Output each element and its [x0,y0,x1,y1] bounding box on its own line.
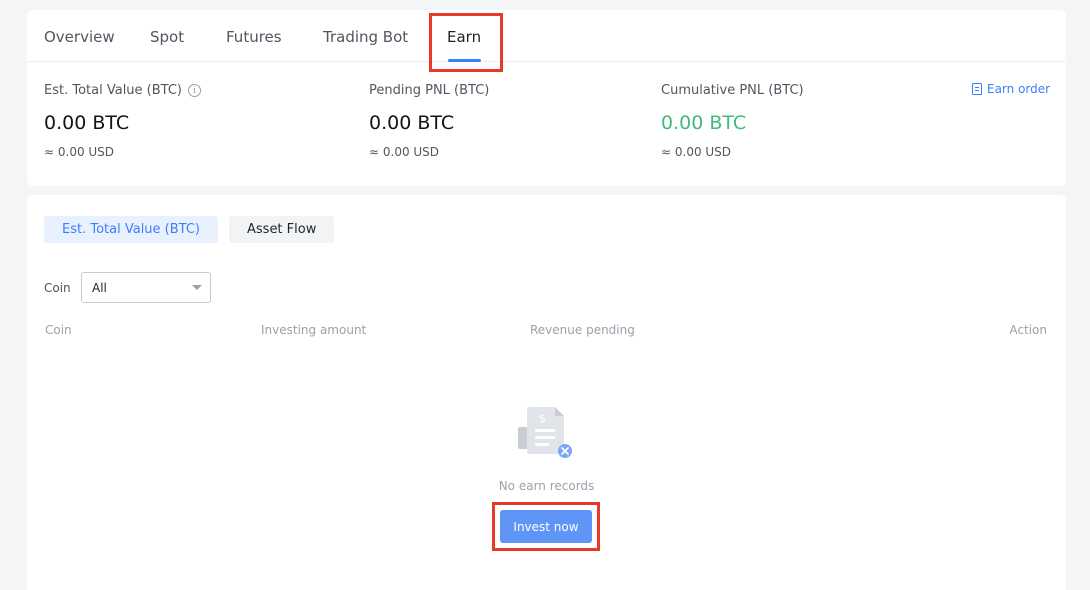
column-revenue-pending: Revenue pending [530,323,635,337]
chevron-down-icon [192,285,202,290]
empty-records-icon: $ [518,407,572,458]
tab-spot[interactable]: Spot [150,28,184,46]
tab-overview[interactable]: Overview [44,28,115,46]
cumulative-pnl-label: Cumulative PNL (BTC) [661,83,804,98]
column-investing-amount: Investing amount [261,323,367,337]
earn-order-label: Earn order [987,82,1051,96]
column-coin: Coin [45,323,72,337]
earn-order-link[interactable]: Earn order [972,82,1050,96]
pending-pnl-usd: ≈ 0.00 USD [369,145,440,159]
pending-pnl-amount: 0.00 BTC [369,112,455,134]
invest-button-highlight [492,502,600,551]
account-tabs: Overview Spot Futures Trading Bot Earn [27,10,1066,62]
subtab-est-total-value[interactable]: Est. Total Value (BTC) [44,216,218,243]
coin-select-value: All [92,280,107,295]
coin-select[interactable]: All [81,272,211,303]
total-value-label: Est. Total Value (BTC) i [44,83,201,98]
account-summary-panel: Overview Spot Futures Trading Bot Earn E… [27,10,1066,186]
total-value-amount: 0.00 BTC [44,112,130,134]
svg-text:$: $ [539,412,546,425]
total-value-label-text: Est. Total Value (BTC) [44,83,182,98]
column-action: Action [1009,323,1047,337]
cumulative-pnl-amount: 0.00 BTC [661,112,747,134]
subtab-asset-flow[interactable]: Asset Flow [229,216,335,243]
total-value-usd: ≈ 0.00 USD [44,145,115,159]
info-icon[interactable]: i [188,84,201,97]
earn-records-panel: Est. Total Value (BTC) Asset Flow Coin A… [27,195,1066,590]
document-icon [972,83,982,95]
earn-tab-highlight [429,13,503,72]
pending-pnl-label: Pending PNL (BTC) [369,83,490,98]
tab-trading-bot[interactable]: Trading Bot [323,28,408,46]
tab-futures[interactable]: Futures [226,28,282,46]
cumulative-pnl-usd: ≈ 0.00 USD [661,145,732,159]
coin-filter-label: Coin [44,281,71,295]
empty-state-text: No earn records [498,479,595,493]
